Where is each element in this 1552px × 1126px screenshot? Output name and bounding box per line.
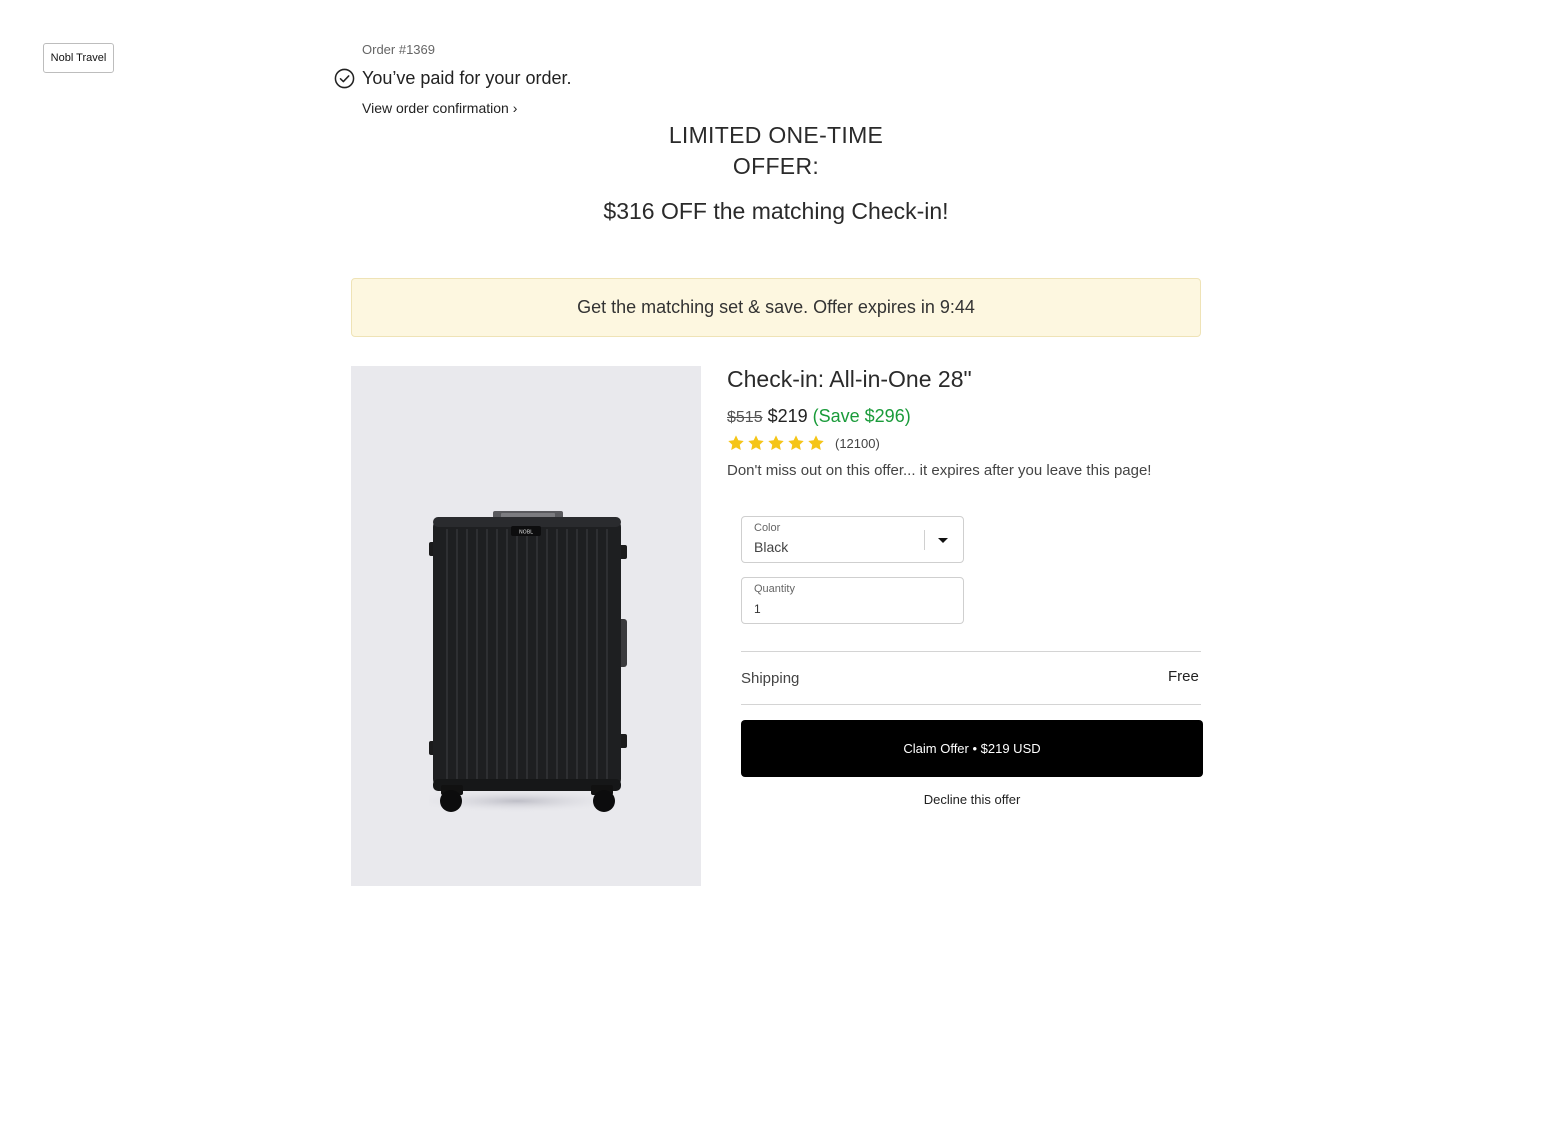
product-title: Check-in: All-in-One 28" [727, 366, 972, 392]
star-icon [808, 435, 824, 451]
order-number: Order #1369 [362, 42, 435, 57]
brand-logo[interactable]: Nobl Travel [43, 43, 114, 73]
claim-offer-button[interactable]: Claim Offer • $219 USD [741, 720, 1203, 777]
divider [741, 704, 1201, 705]
star-icon [748, 435, 764, 451]
shipping-label: Shipping [741, 670, 800, 687]
chevron-down-icon[interactable] [938, 538, 948, 543]
product-info: Check-in: All-in-One 28" $515 $219 (Save… [727, 366, 1202, 479]
review-count: (12100) [835, 435, 880, 451]
product-image: NOBL [351, 366, 701, 886]
offer-subheading: $316 OFF the matching Check-in! [603, 198, 949, 224]
banner-text: Get the matching set & save. Offer expir… [577, 297, 975, 317]
suitcase-image: NOBL [429, 511, 627, 813]
offer-heading: LIMITED ONE-TIME OFFER: [668, 122, 884, 179]
divider [741, 651, 1201, 652]
decline-offer-link[interactable]: Decline this offer [741, 792, 1203, 807]
quantity-input[interactable]: Quantity 1 [741, 577, 964, 624]
view-order-confirmation-link[interactable]: View order confirmation › [362, 100, 517, 116]
price-row: $515 $219 (Save $296) [727, 406, 911, 427]
star-icon [728, 435, 744, 451]
check-circle-icon [334, 68, 355, 89]
savings-text: (Save $296) [812, 406, 911, 426]
star-icon [788, 435, 804, 451]
star-icon [768, 435, 784, 451]
new-price: $219 [767, 406, 808, 426]
color-select[interactable]: Color Black [741, 516, 964, 563]
quantity-value[interactable]: 1 [754, 602, 761, 616]
star-rating [727, 434, 825, 452]
svg-text:NOBL: NOBL [519, 530, 533, 536]
paid-status: You’ve paid for your order. [334, 68, 571, 89]
shipping-value: Free [1168, 668, 1199, 685]
rating-row: (12100) [727, 434, 880, 452]
color-value: Black [754, 539, 789, 555]
urgency-text: Don't miss out on this offer... it expir… [727, 462, 1152, 479]
quantity-label: Quantity [754, 583, 795, 595]
select-divider [924, 530, 925, 550]
paid-message: You’ve paid for your order. [362, 68, 572, 88]
color-label: Color [754, 522, 781, 534]
old-price: $515 [727, 409, 763, 426]
offer-expiry-banner: Get the matching set & save. Offer expir… [351, 278, 1201, 337]
